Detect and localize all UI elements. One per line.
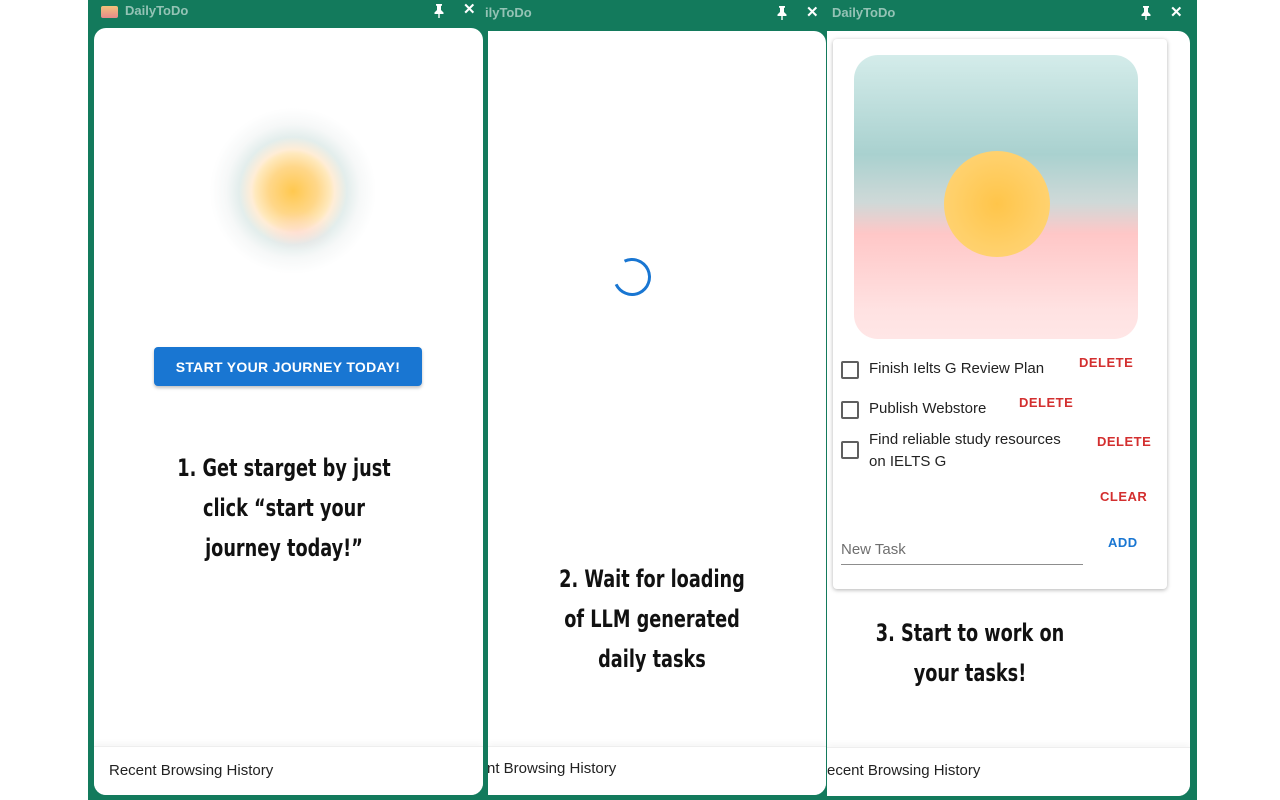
sun-illustration [198, 96, 388, 286]
app-logo-icon [101, 6, 118, 18]
task-text: Find reliable study resources on IELTS G [869, 431, 1061, 470]
recent-history-footer[interactable]: Recent Browsing History [94, 746, 483, 795]
new-task-input[interactable] [841, 534, 1083, 565]
title-bar: DailyToDo ✕ [88, 0, 486, 26]
task-card: Finish Ielts G Review Plan DELETE Publis… [833, 39, 1167, 589]
close-icon[interactable]: ✕ [1170, 4, 1183, 22]
recent-history-footer[interactable]: ecent Browsing History [827, 747, 1190, 796]
popup-panel: START YOUR JOURNEY TODAY! 1. Get starget… [94, 28, 483, 795]
recent-history-footer[interactable]: nt Browsing History [488, 746, 826, 795]
title-bar: DailyToDo ✕ [827, 0, 1193, 26]
title-bar: ilyToDo ✕ [485, 0, 827, 26]
pin-icon[interactable] [775, 5, 789, 21]
task-checkbox[interactable] [841, 401, 859, 419]
pin-icon[interactable] [1139, 5, 1153, 21]
sun-illustration [854, 55, 1138, 339]
task-text: Finish Ielts G Review Plan [869, 360, 1045, 377]
close-icon[interactable]: ✕ [463, 1, 476, 19]
delete-button[interactable]: DELETE [1079, 355, 1133, 370]
popup-panel: Finish Ielts G Review Plan DELETE Publis… [827, 31, 1190, 796]
step-1-caption: 1. Get starget by just click “start your… [177, 454, 391, 562]
task-checkbox[interactable] [841, 361, 859, 379]
recent-history-label: Recent Browsing History [109, 762, 274, 779]
delete-button[interactable]: DELETE [1097, 434, 1151, 449]
app-title: ilyToDo [485, 5, 532, 20]
app-title: DailyToDo [832, 5, 896, 20]
close-icon[interactable]: ✕ [806, 4, 819, 22]
app-title: DailyToDo [125, 3, 189, 18]
task-text: Publish Webstore [869, 400, 987, 417]
step-2-caption: 2. Wait for loading of LLM generated dai… [559, 565, 745, 673]
popup-panel: 2. Wait for loading of LLM generated dai… [488, 31, 826, 795]
task-checkbox[interactable] [841, 441, 859, 459]
window-2: ilyToDo ✕ 2. Wait for loading of LLM gen… [485, 0, 827, 800]
step-3-caption: 3. Start to work on your tasks! [875, 619, 1065, 687]
pin-icon[interactable] [432, 3, 446, 19]
sun-icon [944, 151, 1050, 257]
window-1: DailyToDo ✕ START YOUR JOURNEY TODAY! 1.… [88, 0, 486, 800]
add-task-button[interactable]: ADD [1108, 535, 1138, 550]
recent-history-label: ecent Browsing History [827, 762, 981, 779]
delete-button[interactable]: DELETE [1019, 395, 1073, 410]
loading-spinner [607, 252, 657, 302]
start-journey-button[interactable]: START YOUR JOURNEY TODAY! [154, 347, 422, 386]
clear-button[interactable]: CLEAR [1100, 489, 1147, 504]
window-3: DailyToDo ✕ Finish Ielts G Review Plan D… [827, 0, 1193, 800]
recent-history-label: nt Browsing History [488, 760, 617, 777]
